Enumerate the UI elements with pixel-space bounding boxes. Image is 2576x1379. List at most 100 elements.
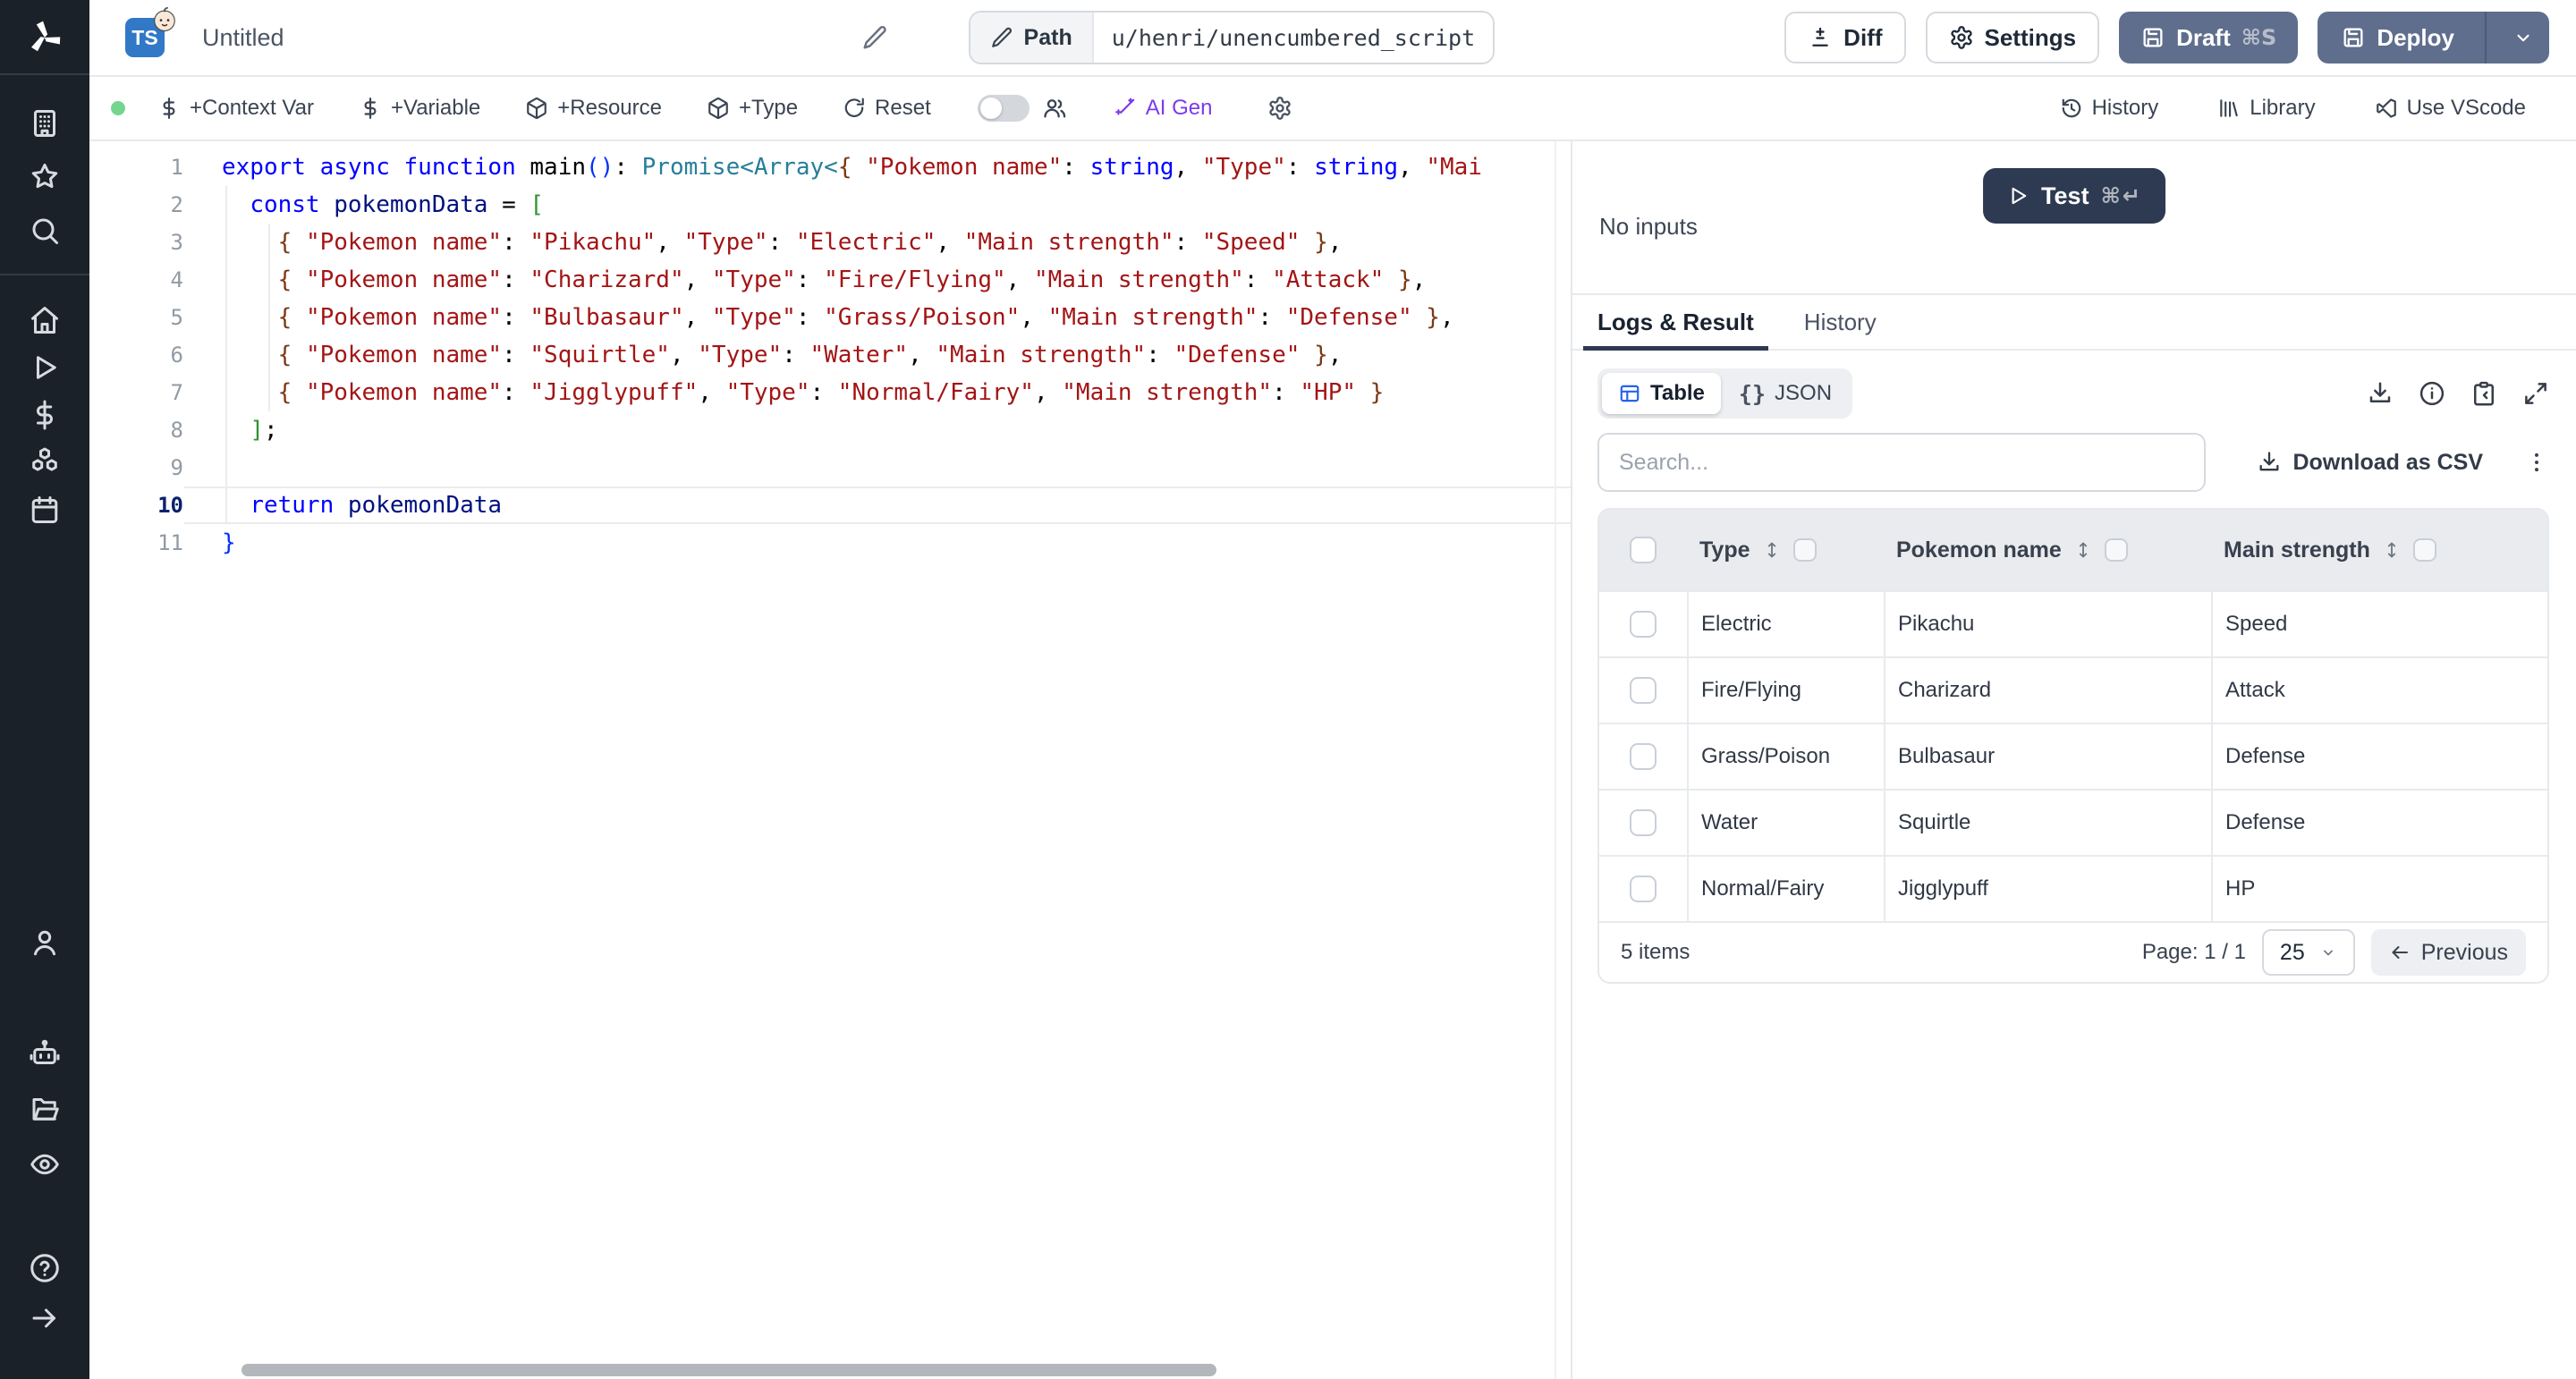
row-checkbox-cell <box>1599 724 1687 789</box>
deploy-label: Deploy <box>2377 24 2454 52</box>
page-size-select[interactable]: 25 <box>2262 929 2355 976</box>
line-number: 3 <box>89 224 183 261</box>
deploy-menu-button[interactable] <box>2497 12 2549 63</box>
column-checkbox[interactable] <box>2105 538 2128 562</box>
search-icon[interactable] <box>29 215 61 247</box>
variables-icon[interactable] <box>29 399 61 431</box>
row-checkbox[interactable] <box>1630 876 1657 902</box>
diff-button[interactable]: Diff <box>1784 12 1905 63</box>
previous-page-button[interactable]: Previous <box>2371 929 2526 976</box>
toolbar-right: History Library Use VScode <box>2060 96 2526 121</box>
search-input[interactable] <box>1597 433 2206 492</box>
reset-icon <box>843 97 866 120</box>
draft-button[interactable]: Draft ⌘S <box>2119 12 2298 63</box>
settings-icon[interactable] <box>29 982 61 1014</box>
code-line-10: 10 return pokemonData <box>89 486 1571 524</box>
path-value[interactable]: u/henri/unencumbered_script <box>1094 13 1493 63</box>
code-line-1: 1export async function main(): Promise<A… <box>89 148 1571 186</box>
toolbar-label: Use VScode <box>2407 96 2526 121</box>
windmill-logo[interactable] <box>24 17 65 58</box>
tab-logs-result[interactable]: Logs & Result <box>1583 295 1768 349</box>
download-result-icon[interactable] <box>2367 380 2394 407</box>
audit-logs-icon[interactable] <box>29 1148 61 1180</box>
view-mode-table[interactable]: Table <box>1602 373 1721 414</box>
ai-gen-button[interactable]: AI Gen <box>1114 96 1213 121</box>
braces-icon: {} <box>1739 381 1766 407</box>
edit-title-icon[interactable] <box>861 24 888 51</box>
code-editor[interactable]: 1export async function main(): Promise<A… <box>89 141 1572 1379</box>
previous-label: Previous <box>2421 940 2508 966</box>
code-line-6: 6 { "Pokemon name": "Squirtle", "Type": … <box>89 336 1571 374</box>
library-button[interactable]: Library <box>2217 96 2315 121</box>
editor-settings-button[interactable] <box>1267 96 1292 121</box>
resources-icon[interactable] <box>29 446 61 478</box>
script-title[interactable]: Untitled <box>202 24 284 52</box>
favorites-icon[interactable] <box>29 161 61 193</box>
sidebar-group-top <box>29 75 61 274</box>
code-text: { "Pokemon name": "Pikachu", "Type": "El… <box>183 224 1342 261</box>
code-line-2: 2 const pokemonData = [ <box>89 186 1571 224</box>
code-lines: 1export async function main(): Promise<A… <box>89 141 1571 562</box>
line-number: 6 <box>89 336 183 374</box>
table-menu-button[interactable] <box>2524 450 2549 475</box>
edit-path-icon[interactable] <box>990 26 1013 49</box>
toolbar-label: Library <box>2250 96 2315 121</box>
row-checkbox[interactable] <box>1630 677 1657 704</box>
deploy-button[interactable]: Deploy <box>2318 12 2474 63</box>
ai-gen-label: AI Gen <box>1146 96 1213 121</box>
copy-result-icon[interactable] <box>2470 380 2497 407</box>
sort-icon[interactable] <box>2072 539 2094 561</box>
arrow-left-icon <box>2389 942 2411 963</box>
code-text: { "Pokemon name": "Bulbasaur", "Type": "… <box>183 299 1454 336</box>
table-row: Fire/FlyingCharizardAttack <box>1599 656 2547 723</box>
expand-sidebar-icon[interactable] <box>29 1302 61 1334</box>
info-icon[interactable] <box>2419 380 2445 407</box>
row-checkbox-cell <box>1599 658 1687 723</box>
add-type-button[interactable]: +Type <box>707 96 798 121</box>
history-button[interactable]: History <box>2060 96 2159 121</box>
add-variable-button[interactable]: +Variable <box>359 96 480 121</box>
reset-button[interactable]: Reset <box>843 96 931 121</box>
test-button[interactable]: Test ⌘↵ <box>1983 168 2165 224</box>
help-icon[interactable] <box>29 1252 61 1284</box>
schedules-icon[interactable] <box>29 494 61 526</box>
table-row: Grass/PoisonBulbasaurDefense <box>1599 723 2547 789</box>
expand-icon[interactable] <box>2522 380 2549 407</box>
multiplayer-toggle[interactable] <box>978 95 1030 122</box>
column-checkbox[interactable] <box>2413 538 2436 562</box>
editor-horizontal-scrollbar[interactable] <box>242 1364 1216 1376</box>
user-icon[interactable] <box>29 926 61 959</box>
content-split: 1export async function main(): Promise<A… <box>89 141 2576 1379</box>
use-vscode-button[interactable]: Use VScode <box>2375 96 2526 121</box>
settings-button[interactable]: Settings <box>1926 12 2100 63</box>
path-label-segment: Path <box>970 13 1094 63</box>
runs-icon[interactable] <box>29 351 61 384</box>
dollar-icon <box>157 97 181 120</box>
sort-icon[interactable] <box>2381 539 2402 561</box>
select-all-checkbox[interactable] <box>1630 537 1657 563</box>
download-csv-button[interactable]: Download as CSV <box>2257 450 2483 476</box>
gear-icon <box>1949 25 1974 50</box>
add-resource-button[interactable]: +Resource <box>525 96 662 121</box>
wand-sparkles-icon <box>1114 97 1137 120</box>
table-row: WaterSquirtleDefense <box>1599 789 2547 855</box>
workers-icon[interactable] <box>29 1037 61 1070</box>
chevron-down-icon <box>2319 943 2337 961</box>
view-mode-json[interactable]: {} JSON <box>1723 373 1848 414</box>
add-context-var-button[interactable]: +Context Var <box>157 96 314 121</box>
row-checkbox[interactable] <box>1630 611 1657 638</box>
row-checkbox[interactable] <box>1630 809 1657 836</box>
folders-icon[interactable] <box>29 1093 61 1125</box>
row-checkbox[interactable] <box>1630 743 1657 770</box>
tab-history[interactable]: History <box>1790 295 1891 349</box>
workspace-icon[interactable] <box>29 107 61 140</box>
column-checkbox[interactable] <box>1793 538 1817 562</box>
sort-icon[interactable] <box>1761 539 1783 561</box>
kebab-icon <box>2524 450 2549 475</box>
multiplayer-users-button[interactable] <box>1042 96 1067 121</box>
path-field[interactable]: Path u/henri/unencumbered_script <box>969 11 1496 64</box>
topbar-actions: Diff Settings Draft ⌘S Deploy <box>1784 12 2549 63</box>
language-badge: TS <box>125 18 165 57</box>
header-checkbox-cell <box>1599 510 1687 590</box>
home-icon[interactable] <box>29 304 61 336</box>
